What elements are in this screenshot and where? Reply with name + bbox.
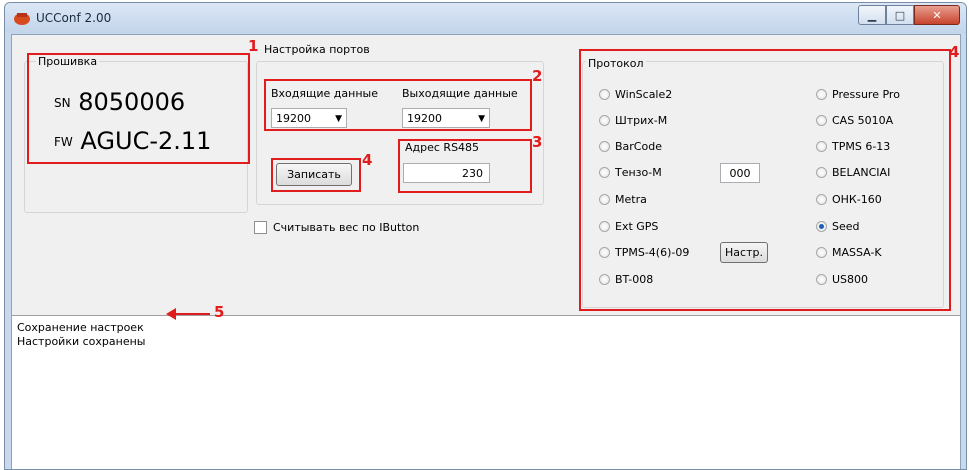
tenzo-m-input[interactable]: 000 (720, 163, 760, 183)
outgoing-baud-select[interactable]: 19200 ▼ (402, 108, 490, 128)
radio-button[interactable] (816, 140, 827, 152)
minimize-icon: ▁ (867, 8, 877, 22)
protocol-option-metra[interactable]: Metra (599, 192, 647, 206)
protocol-label: BarCode (615, 139, 662, 153)
maximize-icon: □ (894, 8, 906, 22)
protocol-option-cas-5010a[interactable]: CAS 5010A (816, 113, 893, 127)
radio-button[interactable] (599, 220, 610, 232)
sn-prefix: SN (54, 96, 71, 110)
protocol-option-massa-k[interactable]: MASSA-K (816, 245, 882, 259)
protocol-label: TPMS 6-13 (832, 139, 891, 153)
radio-button[interactable] (599, 88, 610, 100)
outgoing-data-label: Выходящие данные (402, 87, 518, 100)
protocol-label: ОНК-160 (832, 192, 882, 206)
protocol-label: Pressure Pro (832, 87, 900, 101)
radio-button[interactable] (816, 273, 827, 285)
fw-value: AGUC-2.11 (80, 127, 212, 155)
radio-button[interactable] (599, 246, 610, 258)
protocol-option-winscale2[interactable]: WinScale2 (599, 87, 672, 101)
annotation-number-3: 3 (532, 133, 543, 151)
annotation-number-1: 1 (248, 37, 259, 55)
client-area: Прошивка 1 SN 8050006 FW AGUC-2.11 Настр… (11, 34, 961, 469)
protocol-label: MASSA-K (832, 245, 882, 259)
ports-group-label: Настройка портов (262, 43, 372, 56)
protocol-label: TPMS-4(6)-09 (615, 245, 690, 259)
outgoing-baud-value: 19200 (407, 112, 442, 125)
app-window: UCConf 2.00 ▁ □ ✕ Прошивка 1 SN 8050006 … (4, 2, 967, 470)
chevron-down-icon[interactable]: ▼ (335, 109, 342, 129)
protocol-label: US800 (832, 272, 869, 286)
radio-button[interactable] (599, 140, 610, 152)
radio-button[interactable] (816, 114, 827, 126)
annotation-number-5: 5 (214, 303, 225, 321)
chevron-down-icon[interactable]: ▼ (478, 109, 485, 129)
radio-button[interactable] (599, 273, 610, 285)
protocol-option-onk-160[interactable]: ОНК-160 (816, 192, 882, 206)
setup-button[interactable]: Настр. (720, 242, 768, 263)
incoming-baud-value: 19200 (276, 112, 311, 125)
sn-value: 8050006 (78, 88, 186, 116)
protocol-option-shtrih-m[interactable]: Штрих-М (599, 113, 667, 127)
title-bar[interactable]: UCConf 2.00 ▁ □ ✕ (5, 3, 966, 33)
radio-button-selected[interactable] (816, 220, 827, 232)
radio-button[interactable] (599, 193, 610, 205)
maximize-button[interactable]: □ (886, 5, 914, 25)
log-line: Сохранение настроек (17, 321, 144, 334)
protocol-label: Metra (615, 192, 647, 206)
radio-button[interactable] (816, 193, 827, 205)
rs485-label: Адрес RS485 (405, 141, 480, 154)
protocol-label: Тензо-М (615, 165, 662, 179)
protocol-label: CAS 5010A (832, 113, 894, 127)
protocol-option-seed[interactable]: Seed (816, 219, 860, 233)
protocol-option-bt-008[interactable]: BT-008 (599, 272, 653, 286)
rs485-address-input[interactable]: 230 (403, 163, 490, 183)
firmware-version: FW AGUC-2.11 (54, 127, 211, 155)
radio-button[interactable] (816, 88, 827, 100)
radio-button[interactable] (599, 114, 610, 126)
protocol-option-barcode[interactable]: BarCode (599, 139, 662, 153)
write-button[interactable]: Записать (276, 163, 352, 186)
minimize-button[interactable]: ▁ (858, 5, 886, 25)
annotation-number-4-write: 4 (362, 151, 373, 169)
rs485-value: 230 (462, 167, 483, 180)
annotation-number-2: 2 (532, 67, 543, 85)
protocol-option-tpms-4-6-09[interactable]: TPMS-4(6)-09 (599, 245, 689, 259)
protocol-label: Ext GPS (615, 219, 659, 233)
protocol-option-tpms-6-13[interactable]: TPMS 6-13 (816, 139, 890, 153)
serial-number: SN 8050006 (54, 88, 185, 116)
ibutton-checkbox-label: Считывать вес по IButton (273, 221, 420, 234)
annotation-arrow-line (172, 313, 210, 315)
close-button[interactable]: ✕ (914, 5, 960, 25)
log-line: Настройки сохранены (17, 335, 146, 348)
protocol-option-pressure-pro[interactable]: Pressure Pro (816, 87, 900, 101)
radio-button[interactable] (816, 246, 827, 258)
protocol-option-ext-gps[interactable]: Ext GPS (599, 219, 658, 233)
protocol-option-belanciai[interactable]: BELANCIAI (816, 165, 890, 179)
app-logo-icon (14, 13, 30, 25)
incoming-data-label: Входящие данные (271, 87, 378, 100)
protocol-option-tenzo-m[interactable]: Тензо-М (599, 165, 662, 179)
window-title: UCConf 2.00 (36, 11, 112, 25)
protocol-label: Штрих-М (615, 113, 668, 127)
incoming-baud-select[interactable]: 19200 ▼ (271, 108, 347, 128)
protocol-option-us800[interactable]: US800 (816, 272, 868, 286)
protocol-label: BELANCIAI (832, 165, 891, 179)
protocol-label: Seed (832, 219, 860, 233)
log-panel[interactable]: Сохранение настроек Настройки сохранены (12, 315, 960, 469)
ibutton-checkbox[interactable] (254, 221, 267, 234)
radio-button[interactable] (599, 166, 610, 178)
annotation-number-4-protocol: 4 (949, 43, 960, 61)
close-icon: ✕ (932, 8, 942, 22)
tenzo-m-value: 000 (729, 167, 751, 180)
fw-prefix: FW (54, 135, 73, 149)
protocol-label: BT-008 (615, 272, 654, 286)
window-controls: ▁ □ ✕ (858, 5, 960, 25)
radio-button[interactable] (816, 166, 827, 178)
protocol-group-label: Протокол (586, 57, 646, 70)
ibutton-checkbox-row[interactable]: Считывать вес по IButton (254, 221, 419, 234)
protocol-label: WinScale2 (615, 87, 673, 101)
